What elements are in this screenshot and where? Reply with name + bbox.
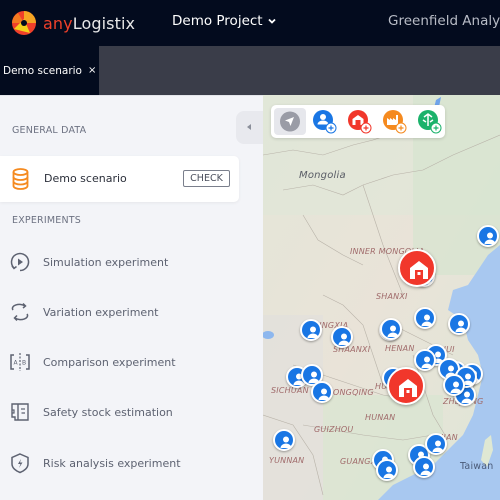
customer-icon (307, 326, 319, 338)
map-toolbar (271, 105, 445, 138)
analysis-title[interactable]: Greenfield Analysis (388, 13, 500, 29)
select-tool-button[interactable] (274, 108, 306, 135)
customer-icon (280, 436, 292, 448)
customer-icon (484, 232, 496, 244)
sidebar: GENERAL DATA Demo scenario CHECK EXPERIM… (0, 95, 264, 500)
customer-icon (421, 314, 433, 326)
project-name: Demo Project (172, 13, 263, 29)
customer-icon (420, 463, 432, 475)
app-name: anyLogistix (43, 13, 136, 33)
warehouse-marker[interactable] (398, 249, 436, 287)
customer-marker[interactable] (311, 381, 333, 403)
customer-icon (387, 325, 399, 337)
customer-marker[interactable] (331, 326, 353, 348)
customer-marker[interactable] (414, 349, 436, 371)
experiment-comparison[interactable]: A B Comparison experiment (0, 344, 240, 380)
general-data-heading: GENERAL DATA (12, 125, 87, 136)
customer-marker[interactable] (477, 225, 499, 247)
experiment-label: Risk analysis experiment (43, 456, 181, 470)
customer-icon (450, 381, 462, 393)
map-label-taiwan: Taiwan (460, 461, 494, 472)
experiment-label: Safety stock estimation (43, 405, 173, 419)
experiment-risk-analysis[interactable]: Risk analysis experiment (0, 445, 240, 481)
add-warehouse-button[interactable] (346, 108, 373, 135)
risk-shield-icon (11, 453, 29, 474)
customer-marker[interactable] (448, 313, 470, 335)
experiment-variation[interactable]: Variation experiment (0, 294, 240, 330)
customer-marker[interactable] (443, 374, 465, 396)
top-bar: anyLogistix Demo Project Greenfield Anal… (0, 0, 500, 46)
check-button[interactable]: CHECK (183, 170, 230, 187)
app-logo[interactable]: anyLogistix (10, 9, 135, 37)
add-supplier-icon (418, 110, 442, 134)
customer-marker[interactable] (413, 456, 435, 478)
comparison-icon: A B (10, 353, 30, 371)
warehouse-marker[interactable] (387, 367, 425, 405)
add-factory-button[interactable] (381, 108, 408, 135)
map-label-sichuan: SICHUAN (271, 386, 309, 395)
add-customer-button[interactable] (311, 108, 338, 135)
warehouse-icon (410, 261, 428, 279)
experiment-safety-stock[interactable]: Safety stock estimation (0, 394, 240, 430)
customer-icon (318, 388, 330, 400)
anylogistix-logo-icon (12, 11, 36, 35)
add-customer-icon (313, 110, 337, 134)
customer-marker[interactable] (425, 433, 447, 455)
map-label-mongolia: Mongolia (299, 170, 346, 181)
collapse-sidebar-button[interactable] (236, 111, 264, 144)
experiments-heading: EXPERIMENTS (12, 215, 81, 226)
svg-text:A: A (14, 360, 19, 367)
customer-marker[interactable] (273, 429, 295, 451)
customer-icon (383, 466, 395, 478)
customer-icon (432, 440, 444, 452)
customer-marker[interactable] (414, 307, 436, 329)
tab-demo-scenario[interactable]: Demo scenario × (0, 46, 99, 95)
scenario-name: Demo scenario (44, 172, 127, 185)
safety-stock-icon (11, 403, 29, 421)
experiment-simulation[interactable]: Simulation experiment (0, 244, 240, 280)
customer-marker[interactable] (376, 459, 398, 481)
customer-marker[interactable] (300, 319, 322, 341)
collapse-arrow-icon (247, 124, 251, 130)
add-warehouse-icon (348, 110, 372, 134)
cursor-arrow-icon (280, 111, 300, 132)
add-factory-icon (383, 110, 407, 134)
svg-text:B: B (22, 360, 26, 367)
variation-icon (11, 302, 29, 322)
experiment-label: Comparison experiment (43, 355, 176, 369)
customer-marker[interactable] (380, 318, 402, 340)
experiment-label: Simulation experiment (43, 255, 169, 269)
map-view[interactable]: Mongolia INNER MONGOLIA SHANXI NINGXIA S… (263, 95, 500, 500)
experiment-label: Variation experiment (43, 305, 159, 319)
tab-label: Demo scenario (3, 64, 82, 77)
customer-icon (455, 320, 467, 332)
customer-icon (338, 333, 350, 345)
map-label-guizhou: GUIZHOU (314, 425, 354, 434)
map-label-shanxi: SHANXI (376, 292, 408, 301)
project-dropdown[interactable]: Demo Project (172, 13, 276, 29)
warehouse-icon (399, 379, 417, 397)
map-label-yunnan: YUNNAN (269, 456, 305, 465)
add-supplier-button[interactable] (416, 108, 443, 135)
close-tab-icon[interactable]: × (88, 65, 96, 76)
map-label-henan: HENAN (385, 344, 415, 353)
map-label-hunan: HUNAN (365, 413, 396, 422)
database-icon (12, 168, 29, 190)
tab-bar: Demo scenario × (0, 46, 500, 95)
simulation-icon (10, 252, 30, 272)
scenario-card[interactable]: Demo scenario CHECK (0, 156, 239, 202)
customer-icon (421, 356, 433, 368)
chevron-down-icon (267, 18, 276, 24)
